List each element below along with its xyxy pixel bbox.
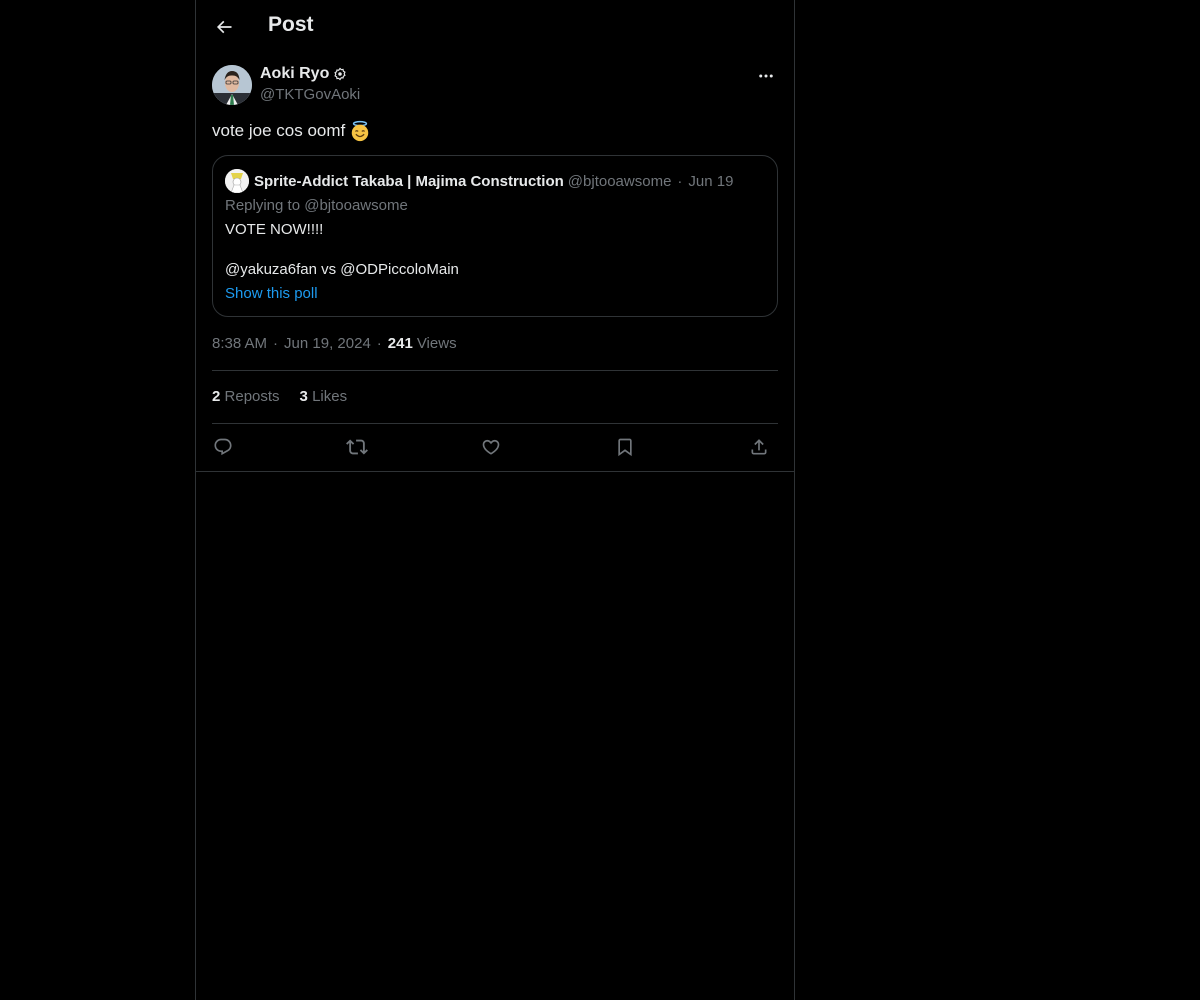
like-button[interactable]	[478, 434, 504, 460]
quoted-replying-to: Replying to @bjtooawsome	[225, 197, 408, 214]
more-options-button[interactable]	[754, 64, 778, 88]
likes-label: Likes	[312, 388, 348, 405]
reposts-label: Reposts	[224, 388, 280, 405]
quoted-author-name: Sprite-Addict Takaba | Majima Constructi…	[254, 172, 564, 190]
divider	[212, 370, 778, 371]
bookmark-button[interactable]	[612, 434, 638, 460]
quoted-post-header: Sprite-Addict Takaba | Majima Constructi…	[225, 169, 733, 193]
post-column: Post Aoki Ryo @TKTGovAoki vote joe cos o…	[195, 0, 795, 1000]
quoted-author-handle: @bjtooawsome	[567, 172, 672, 190]
post-text-content: vote joe cos oomf	[212, 121, 346, 140]
author-name-row[interactable]: Aoki Ryo	[260, 65, 347, 83]
show-poll-link[interactable]: Show this poll	[225, 285, 318, 302]
reposts-stat[interactable]: 2 Reposts	[212, 388, 280, 405]
author-avatar[interactable]	[212, 65, 252, 105]
likes-count: 3	[299, 388, 308, 405]
smiling-face-with-halo-emoji	[352, 120, 369, 142]
page-title: Post	[268, 13, 314, 36]
engagement-stats: 2 Reposts 3 Likes	[212, 388, 347, 405]
more-icon	[759, 74, 773, 78]
quoted-date: Jun 19	[688, 172, 734, 190]
back-button[interactable]	[206, 9, 242, 45]
quoted-text-line: @yakuza6fan vs @ODPiccoloMain	[225, 261, 459, 278]
views-label: Views	[416, 335, 457, 352]
post-date[interactable]: Jun 19, 2024	[284, 335, 371, 352]
repost-icon	[346, 439, 368, 455]
views-count: 241	[387, 335, 413, 352]
action-bar	[212, 434, 778, 460]
share-icon	[751, 439, 767, 455]
reply-icon	[214, 438, 232, 456]
author-handle[interactable]: @TKTGovAoki	[260, 86, 360, 103]
divider	[212, 423, 778, 424]
quoted-text-line: VOTE NOW!!!!	[225, 221, 324, 238]
likes-stat[interactable]: 3 Likes	[300, 388, 348, 405]
verified-badge-icon	[334, 67, 346, 81]
divider	[196, 471, 794, 472]
quoted-post[interactable]: Sprite-Addict Takaba | Majima Constructi…	[212, 155, 778, 317]
post-author-row: Aoki Ryo @TKTGovAoki	[212, 64, 778, 108]
like-icon	[482, 439, 500, 455]
reposts-count: 2	[212, 388, 221, 405]
meta-separator: ·	[273, 335, 279, 352]
post-time[interactable]: 8:38 AM	[212, 335, 267, 352]
arrow-left-icon	[216, 20, 232, 34]
post-text: vote joe cos oomf	[212, 120, 371, 142]
repost-button[interactable]	[344, 434, 370, 460]
author-name: Aoki Ryo	[260, 65, 330, 82]
quoted-separator: ·	[677, 172, 683, 190]
post-metadata: 8:38 AM · Jun 19, 2024 · 241 Views	[212, 335, 457, 352]
quoted-author-avatar	[225, 169, 249, 193]
bookmark-icon	[618, 438, 632, 457]
meta-separator: ·	[376, 335, 382, 352]
reply-button[interactable]	[210, 434, 236, 460]
share-button[interactable]	[746, 434, 772, 460]
page-header: Post	[196, 0, 794, 54]
